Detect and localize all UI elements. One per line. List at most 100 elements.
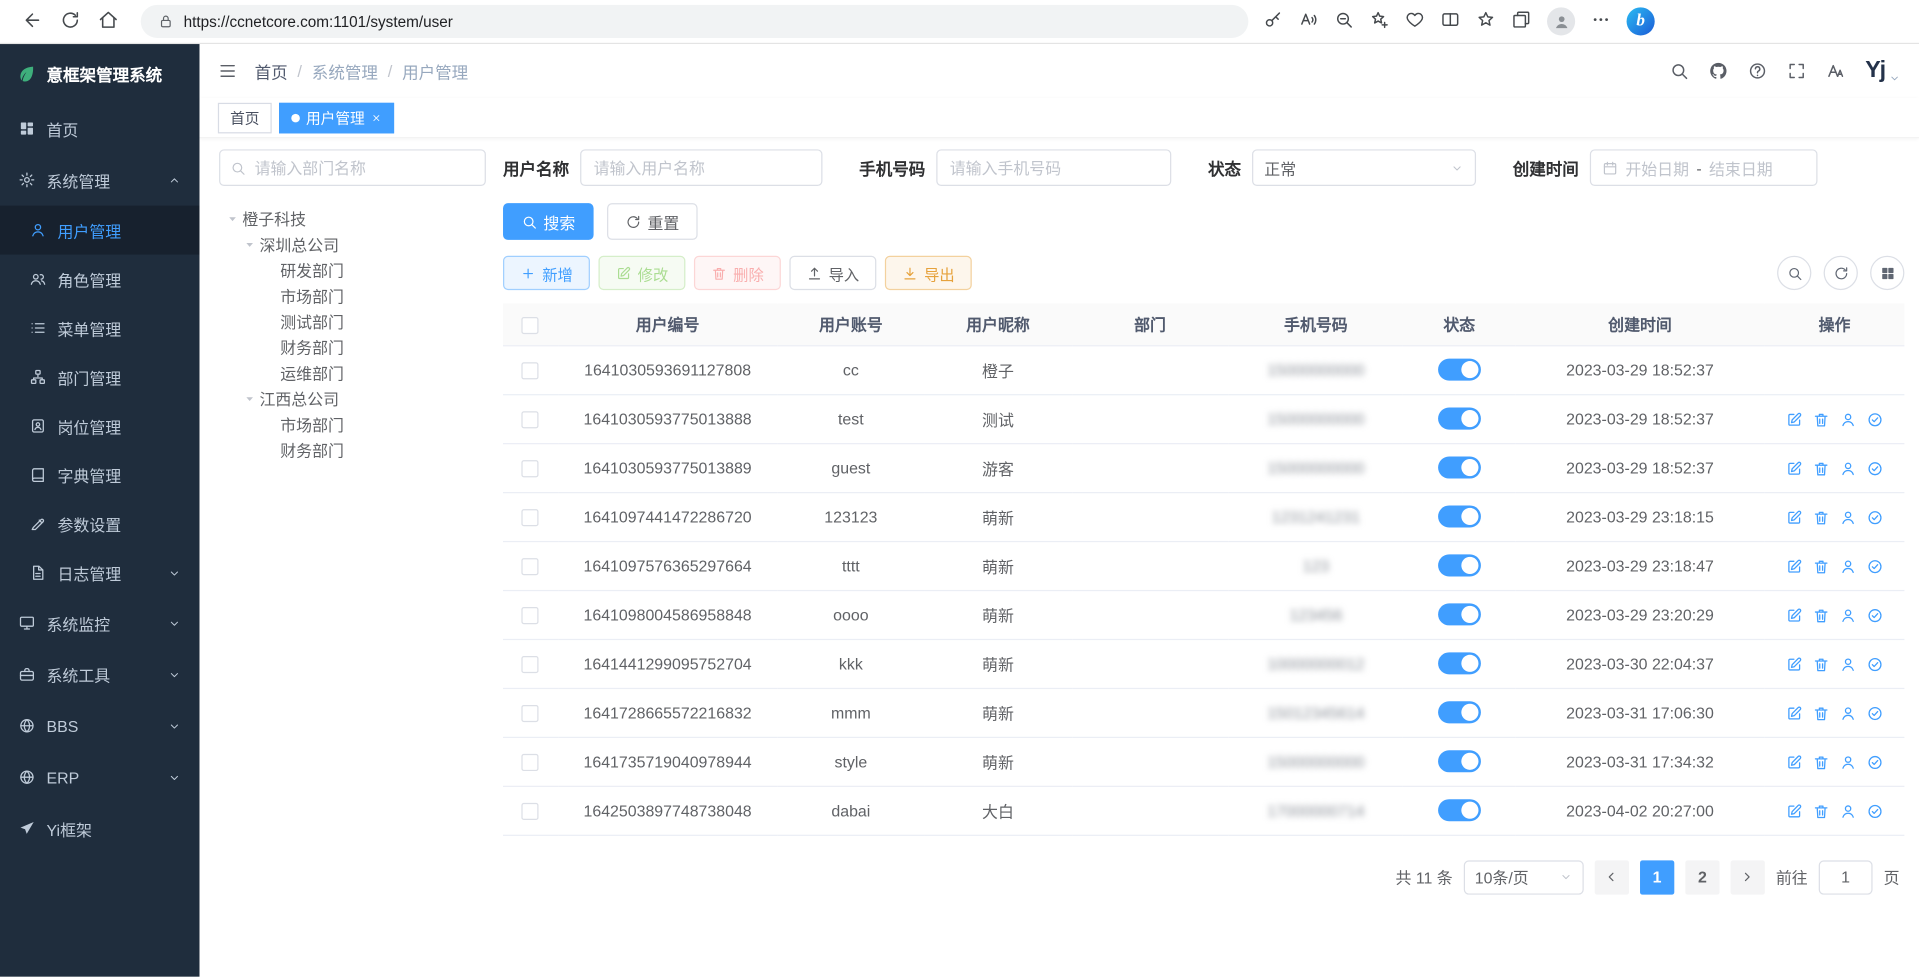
row-edit-button[interactable] (1786, 705, 1803, 722)
sidebar-collapse-button[interactable] (218, 61, 238, 81)
sidebar-item-dict-management[interactable]: 字典管理 (0, 450, 199, 499)
row-checkbox[interactable] (522, 362, 539, 379)
row-assign-role-button[interactable] (1866, 754, 1883, 771)
tree-node[interactable]: 深圳总公司 (219, 231, 486, 257)
status-toggle[interactable] (1438, 408, 1481, 430)
row-delete-button[interactable] (1813, 656, 1830, 673)
sidebar-item-erp[interactable]: ERP (0, 751, 199, 802)
status-toggle[interactable] (1438, 701, 1481, 723)
user-menu[interactable]: Yj (1865, 58, 1900, 85)
fullscreen-button[interactable] (1787, 61, 1807, 81)
github-link[interactable] (1709, 61, 1729, 81)
add-favorite-button[interactable] (1370, 10, 1390, 33)
status-toggle[interactable] (1438, 603, 1481, 625)
status-select[interactable]: 正常 (1252, 149, 1476, 186)
row-checkbox[interactable] (522, 705, 539, 722)
row-delete-button[interactable] (1813, 411, 1830, 428)
more-options-button[interactable] (1591, 10, 1611, 33)
row-delete-button[interactable] (1813, 754, 1830, 771)
row-edit-button[interactable] (1786, 509, 1803, 526)
row-edit-button[interactable] (1786, 754, 1803, 771)
row-reset-password-button[interactable] (1839, 509, 1856, 526)
status-toggle[interactable] (1438, 359, 1481, 381)
reset-button[interactable]: 重置 (607, 203, 698, 240)
page-2-button[interactable]: 2 (1685, 860, 1719, 894)
row-delete-button[interactable] (1813, 607, 1830, 624)
breadcrumb-home[interactable]: 首页 (255, 59, 288, 83)
row-assign-role-button[interactable] (1866, 656, 1883, 673)
sidebar-item-log-management[interactable]: 日志管理 (0, 548, 199, 597)
tree-node[interactable]: 财务部门 (219, 334, 486, 360)
row-edit-button[interactable] (1786, 803, 1803, 820)
delete-button[interactable]: 删除 (694, 256, 781, 290)
sidebar-item-dept-management[interactable]: 部门管理 (0, 352, 199, 401)
row-assign-role-button[interactable] (1866, 460, 1883, 477)
search-button[interactable]: 搜索 (503, 203, 594, 240)
phone-input[interactable] (936, 149, 1171, 186)
date-range-picker[interactable]: 开始日期 - 结束日期 (1590, 149, 1818, 186)
bing-chat-button[interactable]: b (1627, 7, 1655, 35)
page-size-select[interactable]: 10条/页 (1464, 860, 1584, 894)
sidebar-item-bbs[interactable]: BBS (0, 700, 199, 751)
sidebar-item-yi-framework[interactable]: Yi框架 (0, 803, 199, 854)
row-reset-password-button[interactable] (1839, 607, 1856, 624)
collections-button[interactable] (1512, 10, 1532, 33)
tree-node[interactable]: 研发部门 (219, 257, 486, 283)
row-checkbox[interactable] (522, 509, 539, 526)
sidebar-item-role-management[interactable]: 角色管理 (0, 255, 199, 304)
row-reset-password-button[interactable] (1839, 803, 1856, 820)
read-aloud-button[interactable] (1299, 10, 1319, 33)
tree-node[interactable]: 运维部门 (219, 360, 486, 386)
export-button[interactable]: 导出 (885, 256, 972, 290)
font-size-button[interactable] (1826, 61, 1846, 81)
row-assign-role-button[interactable] (1866, 411, 1883, 428)
row-delete-button[interactable] (1813, 705, 1830, 722)
header-search-button[interactable] (1669, 61, 1689, 81)
row-checkbox[interactable] (522, 754, 539, 771)
tab-home[interactable]: 首页 (218, 102, 272, 133)
tree-node[interactable]: 橙子科技 (219, 206, 486, 232)
dept-search-input[interactable] (255, 151, 485, 185)
status-toggle[interactable] (1438, 554, 1481, 576)
row-assign-role-button[interactable] (1866, 509, 1883, 526)
next-page-button[interactable] (1731, 860, 1765, 894)
tree-node[interactable]: 财务部门 (219, 437, 486, 463)
password-key-icon[interactable] (1263, 10, 1283, 33)
row-edit-button[interactable] (1786, 607, 1803, 624)
close-tab-icon[interactable] (371, 112, 382, 123)
browser-essentials-button[interactable] (1405, 10, 1425, 33)
row-delete-button[interactable] (1813, 803, 1830, 820)
row-reset-password-button[interactable] (1839, 411, 1856, 428)
sidebar-item-system-monitor[interactable]: 系统监控 (0, 597, 199, 648)
select-all-checkbox[interactable] (522, 316, 539, 333)
row-checkbox[interactable] (522, 411, 539, 428)
row-edit-button[interactable] (1786, 656, 1803, 673)
address-bar[interactable]: https://ccnetcore.com:1101/system/user (141, 5, 1249, 38)
prev-page-button[interactable] (1595, 860, 1629, 894)
row-delete-button[interactable] (1813, 558, 1830, 575)
sidebar-item-post-management[interactable]: 岗位管理 (0, 401, 199, 450)
row-delete-button[interactable] (1813, 460, 1830, 477)
status-toggle[interactable] (1438, 799, 1481, 821)
row-checkbox[interactable] (522, 656, 539, 673)
status-toggle[interactable] (1438, 505, 1481, 527)
sidebar-item-user-management[interactable]: 用户管理 (0, 206, 199, 255)
row-edit-button[interactable] (1786, 558, 1803, 575)
sidebar-item-home[interactable]: 首页 (0, 103, 199, 154)
row-checkbox[interactable] (522, 607, 539, 624)
back-button[interactable] (22, 9, 43, 33)
row-assign-role-button[interactable] (1866, 803, 1883, 820)
refresh-table-button[interactable] (1824, 256, 1858, 290)
row-checkbox[interactable] (522, 558, 539, 575)
page-1-button[interactable]: 1 (1640, 860, 1674, 894)
sidebar-item-system-management[interactable]: 系统管理 (0, 154, 199, 205)
tree-node[interactable]: 市场部门 (219, 283, 486, 309)
row-checkbox[interactable] (522, 460, 539, 477)
row-edit-button[interactable] (1786, 460, 1803, 477)
row-delete-button[interactable] (1813, 509, 1830, 526)
row-checkbox[interactable] (522, 803, 539, 820)
row-reset-password-button[interactable] (1839, 705, 1856, 722)
row-reset-password-button[interactable] (1839, 460, 1856, 477)
profile-avatar[interactable] (1547, 7, 1575, 35)
column-settings-button[interactable] (1870, 256, 1904, 290)
